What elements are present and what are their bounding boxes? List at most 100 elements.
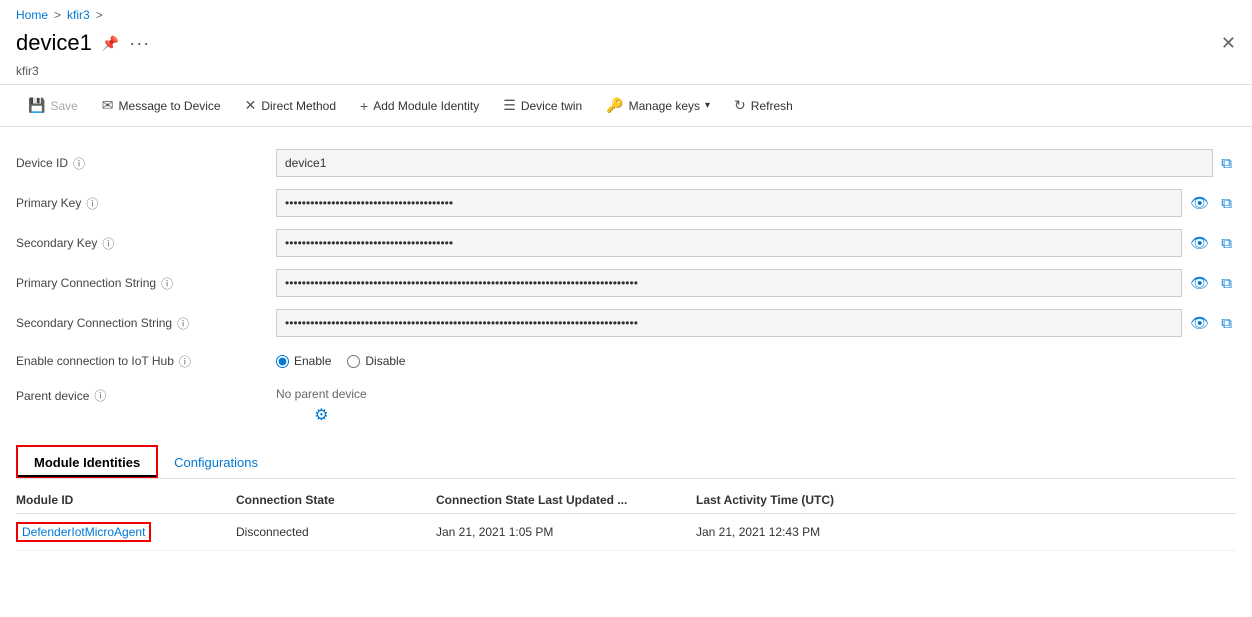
primary-key-input-wrapper: 👁 ⧉ — [276, 189, 1236, 217]
secondary-key-input[interactable] — [276, 229, 1182, 257]
manage-keys-label: Manage keys — [629, 99, 700, 113]
page-title: device1 — [16, 30, 92, 56]
chevron-down-icon: ▾ — [705, 100, 710, 111]
table-row: DefenderIotMicroAgent Disconnected Jan 2… — [16, 514, 1236, 551]
configurations-tab[interactable]: Configurations — [158, 445, 274, 478]
copy-primary-key-button[interactable]: ⧉ — [1217, 193, 1236, 214]
copy-secondary-key-button[interactable]: ⧉ — [1217, 233, 1236, 254]
secondary-conn-control: 👁 ⧉ — [276, 309, 1236, 337]
device-id-control: ⧉ — [276, 149, 1236, 177]
refresh-label: Refresh — [751, 99, 793, 113]
secondary-conn-row: Secondary Connection String ⓘ 👁 ⧉ — [16, 303, 1236, 343]
secondary-key-row: Secondary Key ⓘ 👁 ⧉ — [16, 223, 1236, 263]
radio-group: Enable Disable — [276, 354, 405, 368]
parent-device-label: Parent device ⓘ — [16, 387, 276, 404]
enable-radio[interactable] — [276, 355, 289, 368]
ellipsis-icon[interactable]: ··· — [129, 33, 150, 54]
copy-device-id-button[interactable]: ⧉ — [1217, 153, 1236, 174]
enable-conn-info-icon[interactable]: ⓘ — [179, 353, 191, 370]
disable-label: Disable — [365, 354, 405, 368]
message-to-device-label: Message to Device — [119, 99, 221, 113]
secondary-conn-label: Secondary Connection String ⓘ — [16, 315, 276, 332]
secondary-key-input-wrapper: 👁 ⧉ — [276, 229, 1236, 257]
add-module-identity-label: Add Module Identity — [373, 99, 479, 113]
manage-keys-button[interactable]: 🔑 Manage keys ▾ — [594, 91, 722, 120]
primary-conn-label: Primary Connection String ⓘ — [16, 275, 276, 292]
enable-label: Enable — [294, 354, 331, 368]
toggle-primary-key-button[interactable]: 👁 — [1186, 192, 1213, 214]
primary-conn-input-wrapper: 👁 ⧉ — [276, 269, 1236, 297]
save-label: Save — [50, 99, 77, 113]
col-module-id-header: Module ID — [16, 493, 236, 507]
conn-updated-cell: Jan 21, 2021 1:05 PM — [436, 525, 696, 539]
parent-device-control: No parent device ⚙ — [276, 387, 1236, 425]
pin-icon[interactable]: 📌 — [102, 35, 119, 52]
breadcrumb-kfir3[interactable]: kfir3 — [67, 8, 90, 22]
refresh-button[interactable]: ↻ Refresh — [722, 91, 805, 120]
primary-key-control: 👁 ⧉ — [276, 189, 1236, 217]
direct-method-label: Direct Method — [261, 99, 336, 113]
primary-conn-control: 👁 ⧉ — [276, 269, 1236, 297]
disable-radio[interactable] — [347, 355, 360, 368]
breadcrumb-home[interactable]: Home — [16, 8, 48, 22]
primary-conn-info-icon[interactable]: ⓘ — [161, 275, 173, 292]
save-button[interactable]: 💾 Save — [16, 91, 90, 120]
secondary-key-info-icon[interactable]: ⓘ — [102, 235, 114, 252]
module-id-link[interactable]: DefenderIotMicroAgent — [16, 522, 151, 542]
device-id-info-icon[interactable]: ⓘ — [73, 155, 85, 172]
page-header: device1 📌 ··· ✕ — [0, 26, 1252, 64]
add-module-identity-button[interactable]: + Add Module Identity — [348, 92, 491, 120]
direct-method-icon: ✕ — [245, 97, 257, 114]
breadcrumb-sep2: > — [96, 8, 103, 22]
add-icon: + — [360, 98, 368, 114]
copy-primary-conn-button[interactable]: ⧉ — [1217, 273, 1236, 294]
close-icon[interactable]: ✕ — [1221, 33, 1236, 54]
secondary-conn-input[interactable] — [276, 309, 1182, 337]
primary-key-label: Primary Key ⓘ — [16, 195, 276, 212]
save-icon: 💾 — [28, 97, 45, 114]
toolbar: 💾 Save ✉ Message to Device ✕ Direct Meth… — [0, 84, 1252, 127]
table-header: Module ID Connection State Connection St… — [16, 487, 1236, 514]
disable-radio-option[interactable]: Disable — [347, 354, 405, 368]
last-activity-cell: Jan 21, 2021 12:43 PM — [696, 525, 1236, 539]
primary-key-input[interactable] — [276, 189, 1182, 217]
device-twin-button[interactable]: ☰ Device twin — [491, 91, 594, 120]
enable-conn-label: Enable connection to IoT Hub ⓘ — [16, 353, 276, 370]
primary-key-row: Primary Key ⓘ 👁 ⧉ — [16, 183, 1236, 223]
secondary-conn-info-icon[interactable]: ⓘ — [177, 315, 189, 332]
primary-conn-row: Primary Connection String ⓘ 👁 ⧉ — [16, 263, 1236, 303]
breadcrumb-sep1: > — [54, 8, 61, 22]
device-twin-icon: ☰ — [503, 97, 516, 114]
module-id-cell: DefenderIotMicroAgent — [16, 522, 236, 542]
copy-secondary-conn-button[interactable]: ⧉ — [1217, 313, 1236, 334]
tabs: Module Identities Configurations — [16, 445, 1236, 478]
manage-keys-icon: 🔑 — [606, 97, 623, 114]
form-section: Device ID ⓘ ⧉ Primary Key ⓘ 👁 ⧉ — [16, 143, 1236, 431]
direct-method-button[interactable]: ✕ Direct Method — [233, 91, 348, 120]
refresh-icon: ↻ — [734, 97, 746, 114]
device-id-input-wrapper: ⧉ — [276, 149, 1236, 177]
module-identities-tab[interactable]: Module Identities — [18, 447, 156, 476]
enable-radio-option[interactable]: Enable — [276, 354, 331, 368]
gear-icon-button[interactable]: ⚙ — [276, 405, 367, 425]
message-to-device-button[interactable]: ✉ Message to Device — [90, 91, 233, 120]
toggle-primary-conn-button[interactable]: 👁 — [1186, 272, 1213, 294]
device-id-input[interactable] — [276, 149, 1213, 177]
primary-key-info-icon[interactable]: ⓘ — [86, 195, 98, 212]
table-section: Module ID Connection State Connection St… — [16, 487, 1236, 551]
no-parent-text: No parent device — [276, 387, 367, 401]
primary-conn-input[interactable] — [276, 269, 1182, 297]
conn-state-cell: Disconnected — [236, 525, 436, 539]
toggle-secondary-key-button[interactable]: 👁 — [1186, 232, 1213, 254]
toggle-secondary-conn-button[interactable]: 👁 — [1186, 312, 1213, 334]
col-last-activity-header: Last Activity Time (UTC) — [696, 493, 1236, 507]
col-conn-updated-header: Connection State Last Updated ... — [436, 493, 696, 507]
device-twin-label: Device twin — [521, 99, 582, 113]
secondary-conn-input-wrapper: 👁 ⧉ — [276, 309, 1236, 337]
secondary-key-control: 👁 ⧉ — [276, 229, 1236, 257]
enable-conn-control: Enable Disable — [276, 354, 1236, 368]
parent-device-info-icon[interactable]: ⓘ — [94, 387, 106, 404]
page-subtitle: kfir3 — [0, 64, 1252, 84]
parent-device-row: Parent device ⓘ No parent device ⚙ — [16, 379, 1236, 431]
device-id-label: Device ID ⓘ — [16, 155, 276, 172]
